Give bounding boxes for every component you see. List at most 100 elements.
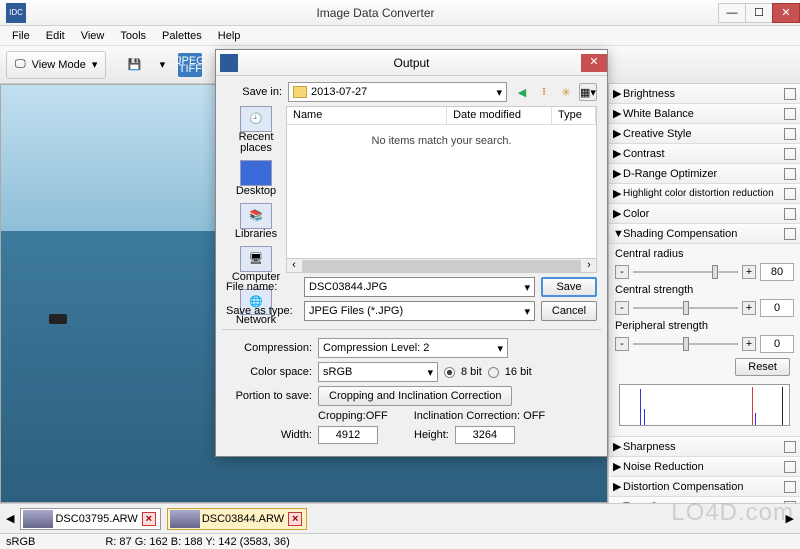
height-input[interactable]: 3264: [455, 426, 515, 444]
central-strength-value[interactable]: 0: [760, 299, 794, 317]
status-readout: R: 87 G: 162 B: 188 Y: 142 (3583, 36): [105, 536, 289, 548]
save-icon[interactable]: 💾: [122, 53, 146, 77]
link-icon[interactable]: [784, 228, 796, 240]
plus-button[interactable]: +: [742, 337, 756, 351]
radio-8bit[interactable]: [444, 367, 455, 378]
cropping-status: Cropping:OFF: [318, 410, 388, 422]
dialog-close-button[interactable]: ✕: [581, 54, 607, 72]
thumb-filename: DSC03844.ARW: [202, 513, 284, 525]
acc-drange[interactable]: ▶D-Range Optimizer: [609, 164, 800, 184]
thumb-filename: DSC03795.ARW: [55, 513, 137, 525]
menu-tools[interactable]: Tools: [112, 28, 154, 44]
status-colorspace: sRGB: [6, 536, 35, 548]
radio-16bit-label: 16 bit: [505, 366, 532, 378]
plus-button[interactable]: +: [742, 265, 756, 279]
link-icon[interactable]: [784, 441, 796, 453]
compression-combo[interactable]: Compression Level: 2▾: [318, 338, 508, 358]
file-list[interactable]: Name Date modified Type No items match y…: [286, 106, 597, 273]
acc-contrast[interactable]: ▶Contrast: [609, 144, 800, 164]
save-as-type-combo[interactable]: JPEG Files (*.JPG)▾: [304, 301, 535, 321]
maximize-button[interactable]: ☐: [745, 3, 773, 23]
place-desktop[interactable]: Desktop: [236, 160, 276, 197]
back-icon[interactable]: ◀: [513, 83, 531, 101]
plus-button[interactable]: +: [742, 301, 756, 315]
radio-16bit[interactable]: [488, 367, 499, 378]
minus-button[interactable]: -: [615, 337, 629, 351]
colorspace-combo[interactable]: sRGB▾: [318, 362, 438, 382]
save-in-combo[interactable]: 2013-07-27 ▾: [288, 82, 507, 102]
next-thumb-icon[interactable]: ▶: [786, 512, 794, 525]
link-icon[interactable]: [784, 501, 796, 504]
acc-tone-curve[interactable]: ▶Tone Curve: [609, 497, 800, 503]
menu-bar: File Edit View Tools Palettes Help: [0, 26, 800, 46]
view-mode-button[interactable]: 🖵 View Mode ▾: [6, 51, 106, 79]
col-name[interactable]: Name: [287, 107, 447, 124]
minus-button[interactable]: -: [615, 301, 629, 315]
link-icon[interactable]: [784, 128, 796, 140]
acc-white-balance[interactable]: ▶White Balance: [609, 104, 800, 124]
save-in-label: Save in:: [226, 86, 282, 98]
peripheral-strength-value[interactable]: 0: [760, 335, 794, 353]
acc-color[interactable]: ▶Color: [609, 204, 800, 224]
portion-label: Portion to save:: [226, 390, 312, 402]
menu-file[interactable]: File: [4, 28, 38, 44]
place-recent[interactable]: 🕘Recent places: [226, 106, 286, 154]
monitor-icon: 🖵: [15, 58, 26, 71]
thumbnail-2[interactable]: DSC03844.ARW ×: [167, 508, 307, 530]
up-folder-icon[interactable]: ⭱: [535, 83, 553, 101]
close-button[interactable]: ✕: [772, 3, 800, 23]
minus-button[interactable]: -: [615, 265, 629, 279]
view-menu-icon[interactable]: ▦▾: [579, 83, 597, 101]
menu-edit[interactable]: Edit: [38, 28, 73, 44]
link-icon[interactable]: [784, 481, 796, 493]
new-folder-icon[interactable]: ✳: [557, 83, 575, 101]
acc-sharpness[interactable]: ▶Sharpness: [609, 437, 800, 457]
close-thumb-icon[interactable]: ×: [288, 512, 302, 526]
horizontal-scrollbar[interactable]: ‹ ›: [287, 258, 596, 272]
dialog-title-bar: Output ✕: [216, 50, 607, 76]
thumbnail-1[interactable]: DSC03795.ARW ×: [20, 508, 160, 530]
radio-8bit-label: 8 bit: [461, 366, 482, 378]
menu-help[interactable]: Help: [210, 28, 249, 44]
acc-highlight[interactable]: ▶Highlight color distortion reduction: [609, 184, 800, 204]
central-strength-slider[interactable]: [633, 307, 738, 309]
link-icon[interactable]: [784, 168, 796, 180]
col-type[interactable]: Type: [552, 107, 596, 124]
link-icon[interactable]: [784, 148, 796, 160]
close-thumb-icon[interactable]: ×: [142, 512, 156, 526]
acc-distortion[interactable]: ▶Distortion Compensation: [609, 477, 800, 497]
jpeg-tiff-button[interactable]: JPEGTIFF: [178, 53, 202, 77]
acc-shading[interactable]: ▼Shading Compensation: [609, 224, 800, 244]
width-input[interactable]: 4912: [318, 426, 378, 444]
place-libraries[interactable]: 📚Libraries: [235, 203, 277, 240]
col-date[interactable]: Date modified: [447, 107, 552, 124]
central-radius-slider[interactable]: [633, 271, 738, 273]
menu-palettes[interactable]: Palettes: [154, 28, 210, 44]
central-radius-value[interactable]: 80: [760, 263, 794, 281]
file-list-empty: No items match your search.: [287, 135, 596, 147]
prev-thumb-icon[interactable]: ◀: [6, 512, 14, 525]
save-dropdown-icon[interactable]: ▾: [150, 53, 174, 77]
link-icon[interactable]: [784, 108, 796, 120]
cancel-button[interactable]: Cancel: [541, 301, 597, 321]
thumb-image: [23, 510, 53, 528]
crop-inclination-button[interactable]: Cropping and Inclination Correction: [318, 386, 512, 406]
place-computer[interactable]: 🖥Computer: [232, 246, 280, 283]
link-icon[interactable]: [784, 208, 796, 220]
menu-view[interactable]: View: [73, 28, 113, 44]
reset-button[interactable]: Reset: [735, 358, 790, 376]
file-name-input[interactable]: DSC03844.JPG▾: [304, 277, 535, 297]
thumb-image: [170, 510, 200, 528]
acc-creative-style[interactable]: ▶Creative Style: [609, 124, 800, 144]
peripheral-strength-label: Peripheral strength: [615, 320, 794, 332]
peripheral-strength-slider[interactable]: [633, 343, 738, 345]
minimize-button[interactable]: —: [718, 3, 746, 23]
link-icon[interactable]: [784, 88, 796, 100]
acc-noise[interactable]: ▶Noise Reduction: [609, 457, 800, 477]
view-mode-label: View Mode: [32, 59, 86, 71]
acc-brightness[interactable]: ▶Brightness: [609, 84, 800, 104]
save-button[interactable]: Save: [541, 277, 597, 297]
link-icon[interactable]: [784, 461, 796, 473]
link-icon[interactable]: [784, 188, 796, 200]
compression-label: Compression:: [226, 342, 312, 354]
